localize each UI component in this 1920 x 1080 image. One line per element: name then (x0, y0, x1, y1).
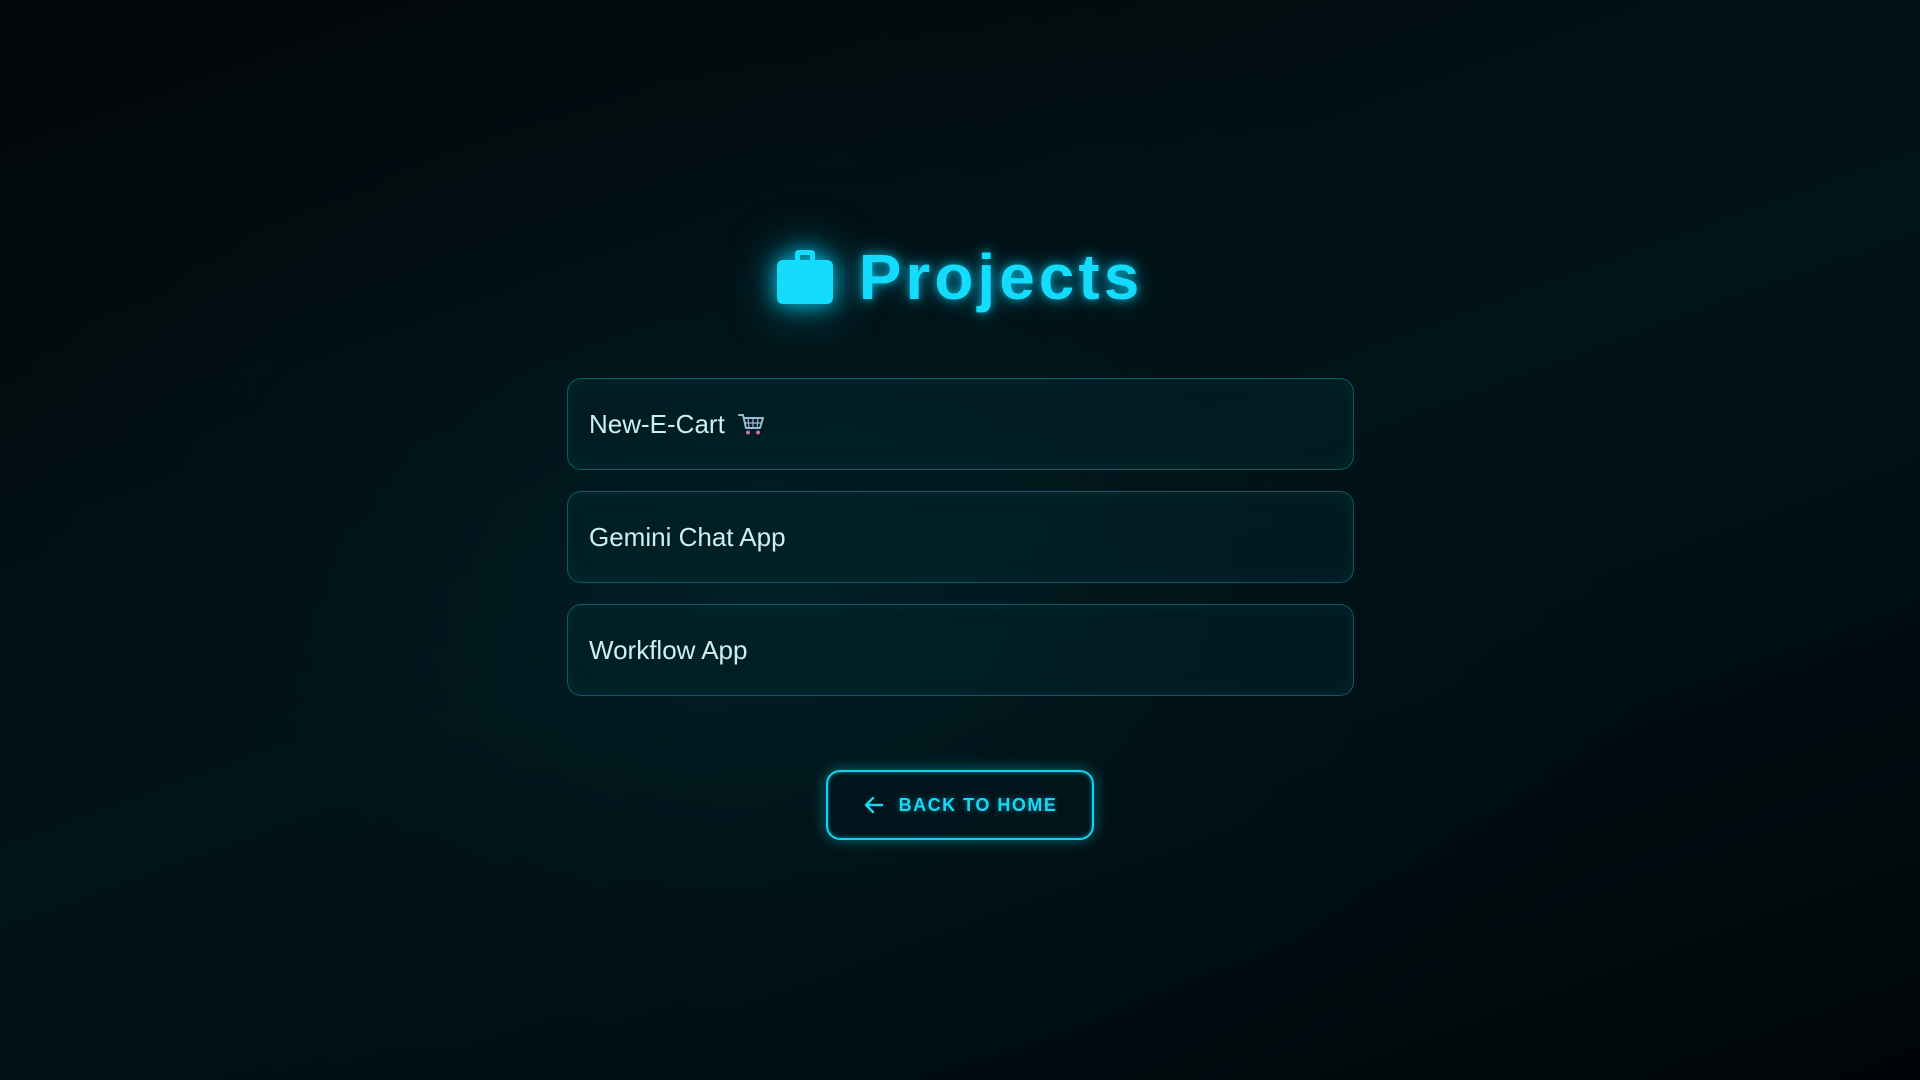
page-header: Projects (0, 240, 1920, 314)
back-button-label: BACK TO HOME (898, 794, 1058, 815)
shopping-cart-icon (737, 412, 765, 436)
arrow-left-icon (863, 794, 885, 816)
project-name: New-E-Cart (589, 408, 725, 439)
project-list: New-E-Cart Gemini Chat App Workflow App (567, 378, 1354, 717)
project-name: Workflow App (589, 634, 748, 665)
project-name-wrap: New-E-Cart (589, 409, 765, 440)
project-name: Gemini Chat App (589, 521, 786, 552)
projects-page: Projects New-E-Cart Gemini Chat App Work… (0, 0, 1920, 1080)
page-title: Projects (858, 241, 1144, 313)
project-card-new-e-cart[interactable]: New-E-Cart (567, 378, 1354, 470)
back-to-home-button[interactable]: BACK TO HOME (826, 770, 1094, 840)
project-card-gemini-chat-app[interactable]: Gemini Chat App (567, 491, 1354, 583)
project-card-workflow-app[interactable]: Workflow App (567, 604, 1354, 696)
briefcase-icon (776, 250, 833, 304)
